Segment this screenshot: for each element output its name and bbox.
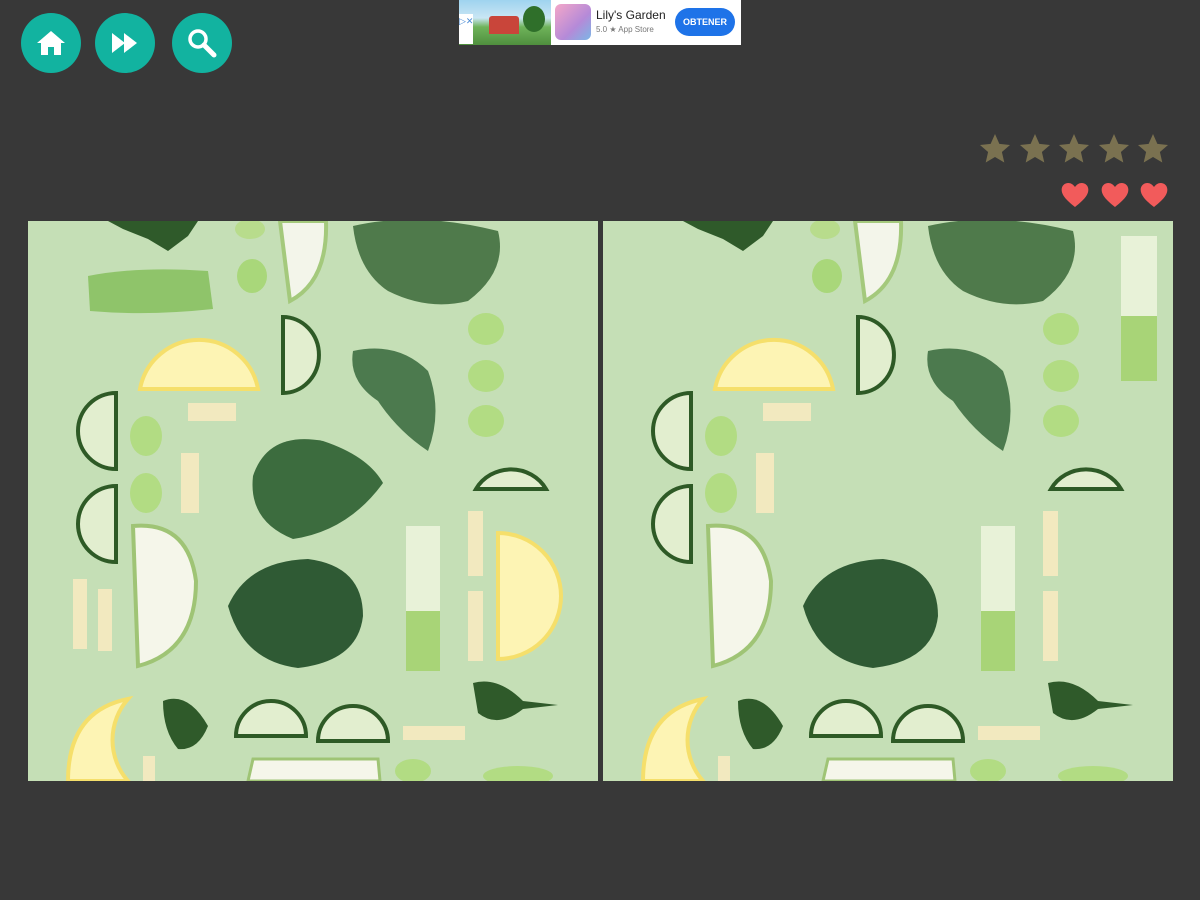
home-button[interactable] — [21, 13, 81, 73]
fast-forward-icon — [112, 33, 137, 53]
heart-icon — [1140, 183, 1168, 207]
ad-banner[interactable]: ▷✕ Lily's Garden 5.0 ★ App Store OBTENER — [459, 0, 741, 45]
heart-icon — [1101, 183, 1129, 207]
ad-choices-icon[interactable]: ▷✕ — [459, 14, 473, 44]
home-icon — [37, 31, 65, 55]
game-screen: ▷✕ Lily's Garden 5.0 ★ App Store OBTENER — [0, 0, 1200, 900]
magnifier-icon — [188, 29, 217, 58]
ad-app-icon — [555, 4, 591, 40]
star-icon — [1020, 134, 1050, 163]
ad-title: Lily's Garden — [596, 8, 666, 22]
star-icon — [980, 134, 1010, 163]
star-icon — [1099, 134, 1129, 163]
ad-get-button[interactable]: OBTENER — [675, 8, 735, 36]
vegetable-collage-left[interactable] — [28, 221, 598, 781]
hint-button[interactable] — [172, 13, 232, 73]
heart-icon — [1061, 183, 1089, 207]
vegetable-collage-right[interactable] — [603, 221, 1173, 781]
ad-rating: 5.0 ★ App Store — [596, 25, 654, 34]
star-icon — [1138, 134, 1168, 163]
star-icon — [1059, 134, 1089, 163]
right-image[interactable] — [603, 221, 1173, 781]
left-image[interactable] — [28, 221, 598, 781]
skip-button[interactable] — [95, 13, 155, 73]
